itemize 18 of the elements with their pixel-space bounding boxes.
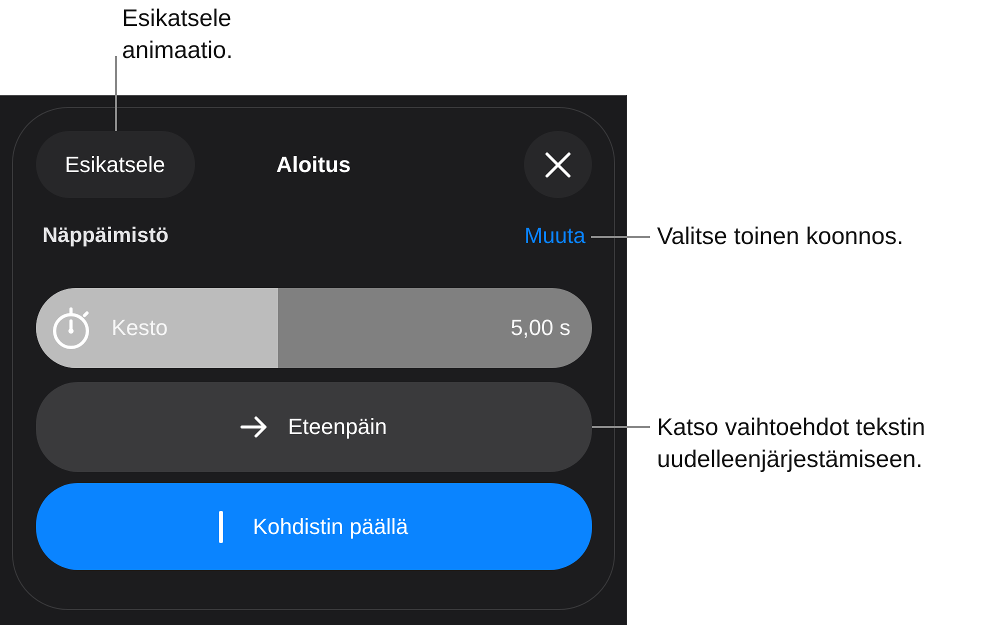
callout-text: Esikatsele animaatio. xyxy=(122,4,234,66)
duration-value: 5,00 s xyxy=(510,315,570,341)
panel-title: Aloitus xyxy=(276,152,351,178)
cursor-toggle-button[interactable]: Kohdistin päällä xyxy=(36,483,592,570)
callout-text: Valitse toinen koonnos. xyxy=(657,222,904,252)
duration-label: Kesto xyxy=(112,315,168,341)
leader-line xyxy=(591,236,650,238)
direction-button[interactable]: Eteenpäin xyxy=(36,382,592,472)
callout-text: Katso vaihtoehdot tekstin uudelleenjärjestämiseen. xyxy=(657,413,926,475)
change-link[interactable]: Muuta xyxy=(524,223,586,249)
leader-line xyxy=(592,426,650,428)
duration-slider[interactable]: Kesto 5,00 s xyxy=(36,288,592,368)
section-label: Näppäimistö xyxy=(42,224,169,248)
right-arrow-icon xyxy=(240,416,268,438)
text-cursor-icon xyxy=(218,510,223,542)
preview-button[interactable]: Esikatsele xyxy=(36,131,194,198)
stopwatch-icon xyxy=(52,307,92,349)
close-icon xyxy=(544,152,570,178)
